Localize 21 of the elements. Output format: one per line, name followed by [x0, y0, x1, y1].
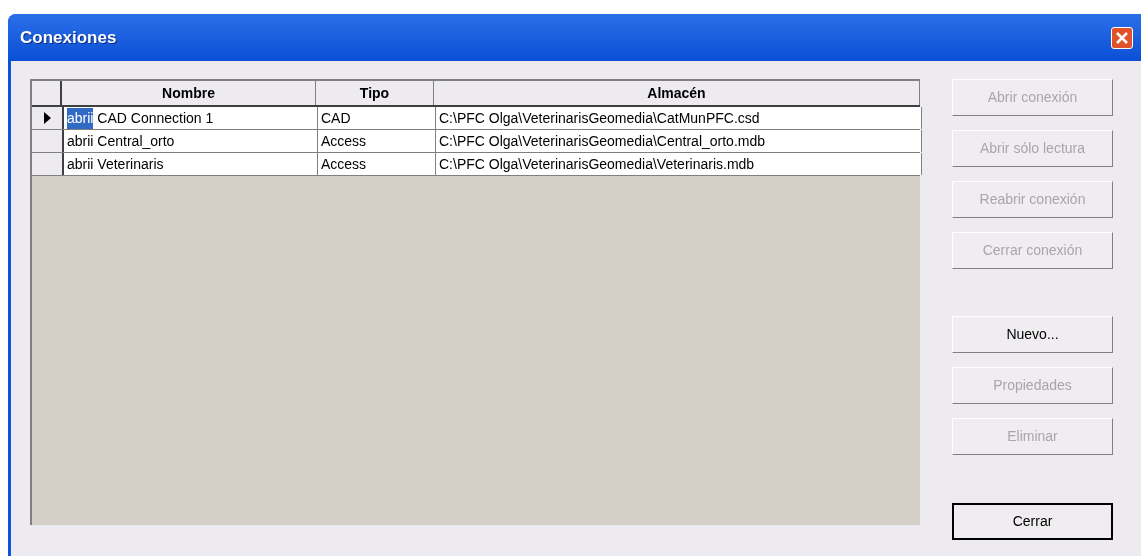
dialog-button[interactable]: Cerrar	[952, 503, 1113, 540]
table-cell: CAD	[318, 107, 436, 129]
table-cell: C:\PFC Olga\VeterinarisGeomedia\Central_orto.mdb	[436, 130, 922, 152]
row-header[interactable]	[32, 107, 64, 129]
row-header[interactable]	[32, 153, 64, 175]
close-icon	[1116, 31, 1128, 44]
column-header[interactable]: Nombre	[62, 81, 316, 105]
table-cell: abrii CAD Connection 1	[64, 107, 318, 129]
close-button[interactable]	[1111, 26, 1133, 49]
column-header[interactable]: Tipo	[316, 81, 434, 105]
table-cell: abrii Central_orto	[64, 130, 318, 152]
column-header[interactable]: Almacén	[434, 81, 920, 105]
dialog-button[interactable]: Nuevo...	[952, 316, 1113, 353]
window-title: Conexiones	[20, 26, 117, 49]
row-header[interactable]	[32, 130, 64, 152]
table-cell: abrii Veterinaris	[64, 153, 318, 175]
table-cell: C:\PFC Olga\VeterinarisGeomedia\Veterinaris.mdb	[436, 153, 922, 175]
table-cell: C:\PFC Olga\VeterinarisGeomedia\CatMunPFC.csd	[436, 107, 922, 129]
row-pointer-icon	[43, 112, 51, 124]
table-cell: Access	[318, 130, 436, 152]
table-cell: Access	[318, 153, 436, 175]
